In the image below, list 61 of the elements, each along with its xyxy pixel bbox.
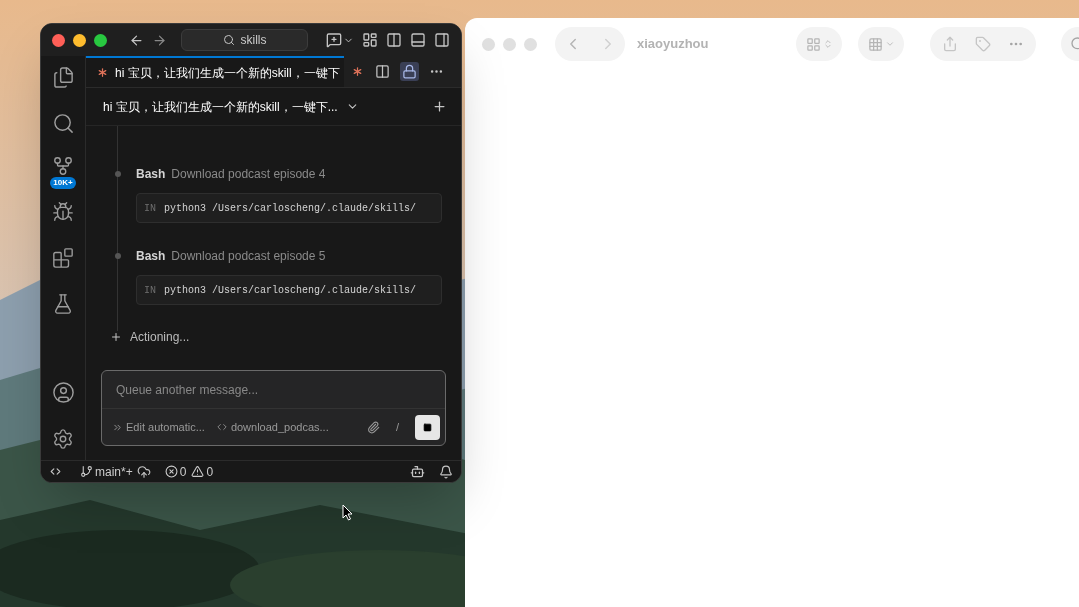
input-label: IN [144,201,156,216]
chat-title[interactable]: hi 宝贝，让我们生成一个新的skill，一键下... [103,97,338,116]
branch-icon [80,465,93,478]
branch-button[interactable]: main*+ [80,462,133,481]
command-text: python3 /Users/carloscheng/.claude/skills/ [164,201,417,216]
notifications-icon[interactable] [439,464,453,479]
minimize-button[interactable] [73,33,86,47]
input-label: IN [144,283,156,298]
command-text: python3 /Users/carloscheng/.claude/skills/ [164,283,417,298]
stop-icon [423,422,432,432]
search-field[interactable]: skills [181,29,308,51]
layout-icon[interactable] [362,32,378,48]
sync-icon[interactable] [136,464,151,479]
warning-icon [191,465,205,478]
chevrons-icon [822,39,833,49]
extensions-icon[interactable] [52,247,74,269]
slash-button[interactable]: / [391,419,403,435]
back-icon[interactable] [129,32,144,48]
split-editor-icon[interactable] [375,64,390,79]
lock-icon[interactable] [400,62,419,81]
grid-icon [805,36,821,52]
problems-button[interactable]: 0 0 [164,462,214,481]
panel-toggle-icon[interactable] [410,32,426,48]
source-control-icon[interactable] [52,155,74,177]
attach-icon[interactable] [366,420,380,434]
sidebar-toggle-icon[interactable] [386,32,402,48]
group-icon [867,36,883,52]
search-text: skills [240,32,267,49]
message-input[interactable]: Queue another message... [102,371,445,409]
account-icon[interactable] [51,381,75,404]
new-chat-icon[interactable] [432,99,447,114]
stop-button[interactable] [415,414,440,440]
settings-icon[interactable] [52,428,74,450]
editor-tab[interactable]: hi 宝贝，让我们生成一个新的skill，一键下 [86,56,344,87]
search-icon [222,34,235,46]
forward-icon[interactable] [152,32,167,48]
files-icon[interactable] [51,66,75,89]
copilot-icon[interactable] [410,464,425,479]
run-debug-icon[interactable] [52,201,74,223]
step-tool: Bash [136,248,166,265]
close-button[interactable] [52,33,65,47]
count-badge: 10K+ [50,177,76,189]
folder-title: xiaoyuzhou [637,35,709,54]
message-field[interactable]: Queue another message... Edit automatic... download_podcas... / [101,370,446,446]
status-text: Actioning... [130,329,190,346]
mouse-cursor-icon [342,504,353,521]
secondary-sidebar-icon[interactable] [434,32,450,48]
chevron-down-icon [884,39,895,49]
chat-icon[interactable] [326,32,342,48]
step-tool: Bash [136,166,166,183]
code-icon [216,422,227,432]
mode-button[interactable]: Edit automatic... [112,418,205,436]
remote-icon[interactable] [49,465,62,478]
step-description: Download podcast episode 5 [171,248,326,265]
error-icon [164,465,178,478]
zoom-button[interactable] [94,33,107,47]
plus-icon [110,331,122,343]
search-icon[interactable] [51,112,75,135]
step-description: Download podcast episode 4 [171,166,326,183]
flask-icon[interactable] [52,293,74,315]
file-chip[interactable]: download_podcas... [216,418,329,436]
